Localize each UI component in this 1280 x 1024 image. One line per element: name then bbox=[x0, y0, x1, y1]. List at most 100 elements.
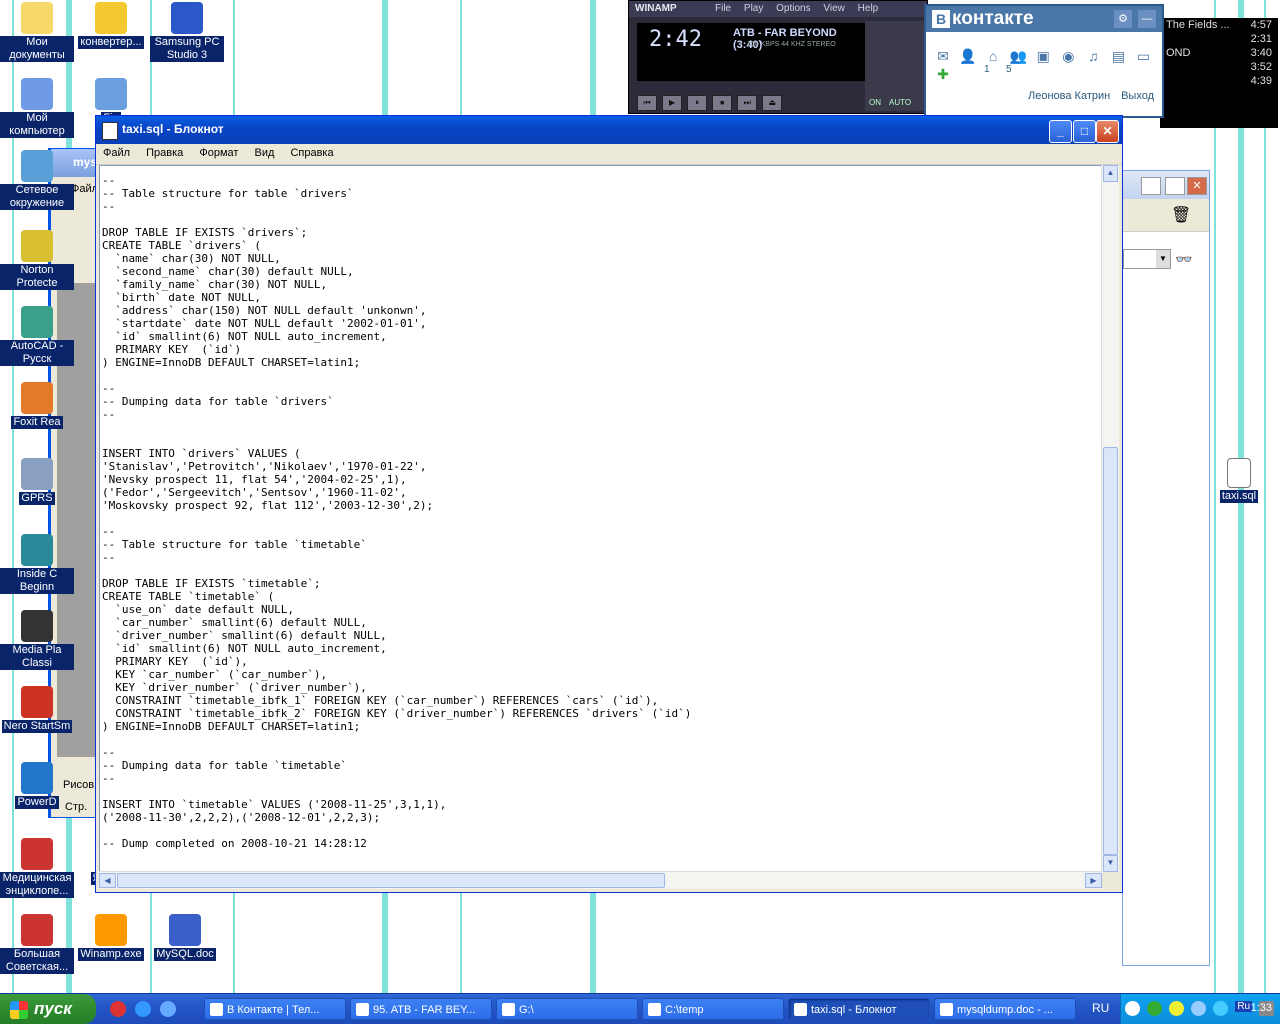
notepad-window[interactable]: taxi.sql - Блокнот _ □ ✕ Файл Правка Фор… bbox=[95, 115, 1123, 893]
desktop-icon[interactable]: PowerD bbox=[0, 762, 74, 812]
music-icon[interactable]: ♫ bbox=[1084, 48, 1102, 66]
desktop-icon[interactable]: Inside C Beginn bbox=[0, 534, 74, 597]
opera-icon[interactable] bbox=[110, 1001, 126, 1017]
menu-file[interactable]: Файл bbox=[96, 144, 136, 159]
desktop-icon[interactable]: Медицинская энциклопе... bbox=[0, 838, 74, 901]
resize-grip[interactable] bbox=[1102, 872, 1119, 889]
desktop-icon-taxi-sql[interactable]: taxi.sql bbox=[1202, 458, 1276, 506]
taskbar-button[interactable]: 95. ATB - FAR BEY... bbox=[350, 998, 492, 1020]
playlist-row[interactable]: 4:39 bbox=[1160, 74, 1278, 88]
taskbar-button[interactable]: G:\ bbox=[496, 998, 638, 1020]
desktop-icon[interactable]: Большая Советская... bbox=[0, 914, 74, 977]
scroll-left-icon[interactable]: ◀ bbox=[99, 873, 116, 888]
taskbar-button[interactable]: mysqldump.doc - ... bbox=[934, 998, 1076, 1020]
desktop-icon[interactable]: конвертер... bbox=[74, 2, 148, 52]
minimize-button[interactable] bbox=[1141, 177, 1161, 195]
gear-icon[interactable]: ⚙ bbox=[1114, 10, 1132, 28]
winamp-menu-play[interactable]: Play bbox=[744, 3, 763, 14]
scroll-up-icon[interactable]: ▲ bbox=[1103, 165, 1118, 182]
horizontal-scroll-thumb[interactable] bbox=[117, 873, 665, 888]
tray-arrow-icon[interactable] bbox=[1125, 1001, 1140, 1016]
mail-icon[interactable]: ✉ bbox=[934, 48, 952, 66]
playlist-row[interactable]: 2:31 bbox=[1160, 32, 1278, 46]
playlist-row[interactable]: The Fields ... 4:57 bbox=[1160, 18, 1278, 32]
photo-icon[interactable]: ▣ bbox=[1034, 48, 1052, 66]
tray-antivirus-icon[interactable] bbox=[1169, 1001, 1185, 1016]
show-desktop-icon[interactable] bbox=[160, 1001, 177, 1017]
desktop-icon[interactable]: GPRS bbox=[0, 458, 74, 508]
tray-network-icon[interactable] bbox=[1147, 1001, 1163, 1016]
editor-content[interactable]: -- -- Table structure for table `drivers… bbox=[100, 166, 1101, 850]
tray-bluetooth-icon[interactable] bbox=[1191, 1001, 1207, 1016]
taskbar-button[interactable]: C:\temp bbox=[642, 998, 784, 1020]
tray-update-icon[interactable] bbox=[1213, 1001, 1229, 1016]
notes-icon[interactable]: ▤ bbox=[1109, 48, 1127, 66]
eq-auto-button[interactable]: AUTO bbox=[889, 98, 911, 107]
text-editor[interactable]: -- -- Table structure for table `drivers… bbox=[99, 165, 1102, 872]
vertical-scrollbar[interactable]: ▲ ▼ bbox=[1101, 165, 1119, 872]
taskbar-button[interactable]: В Контакте | Тел... bbox=[204, 998, 346, 1020]
menu-view[interactable]: Вид bbox=[247, 144, 280, 159]
playlist-row[interactable]: OND 3:40 bbox=[1160, 46, 1278, 60]
next-button[interactable]: ⏭ bbox=[737, 95, 758, 111]
trash-icon[interactable]: 🗑 bbox=[1171, 205, 1191, 225]
clock[interactable]: 1:33 bbox=[1251, 1002, 1272, 1014]
desktop-icon[interactable]: Мой компьютер bbox=[0, 78, 74, 141]
minimize-icon[interactable]: — bbox=[1138, 10, 1156, 28]
chevron-down-icon[interactable]: ▼ bbox=[1156, 250, 1170, 268]
desktop-icon[interactable]: Мои документы bbox=[0, 2, 74, 65]
desktop-icon[interactable]: Media Pla Classi bbox=[0, 610, 74, 673]
winamp-menu-view[interactable]: View bbox=[823, 3, 845, 14]
word-right-titlebar[interactable]: ✕ bbox=[1123, 171, 1209, 199]
pause-button[interactable]: ⏸ bbox=[687, 95, 708, 111]
winamp-player[interactable]: WINAMP File Play Options View Help 2:42 … bbox=[628, 0, 928, 114]
desktop-icon[interactable]: MySQL.doc bbox=[148, 914, 222, 964]
read-mode-icon[interactable]: 👓 bbox=[1175, 251, 1192, 268]
menu-edit[interactable]: Правка bbox=[139, 144, 189, 159]
desktop-icon[interactable]: Samsung PC Studio 3 bbox=[150, 2, 224, 65]
horizontal-scrollbar[interactable]: ◀ ▶ bbox=[99, 871, 1102, 889]
close-icon[interactable]: ✕ bbox=[1187, 177, 1207, 195]
taskbar-button[interactable]: taxi.sql - Блокнот bbox=[788, 998, 930, 1020]
winamp-titlebar[interactable]: WINAMP File Play Options View Help bbox=[629, 1, 927, 17]
vkontakte-widget[interactable]: B контакте ⚙ — ✉ 👤 ⌂ 👥 ▣ ◉ ♫ ▤ ▭ ✚ 1 5 Л… bbox=[924, 4, 1164, 118]
previous-button[interactable]: ⏮ bbox=[637, 95, 657, 111]
maximize-button[interactable]: □ bbox=[1073, 120, 1096, 143]
profile-icon[interactable]: 👤 bbox=[959, 48, 977, 66]
stop-button[interactable]: ⏹ bbox=[712, 95, 733, 111]
add-icon[interactable]: ✚ bbox=[934, 66, 952, 84]
scroll-down-icon[interactable]: ▼ bbox=[1103, 855, 1118, 872]
word-menu-file[interactable]: Файл bbox=[71, 183, 98, 195]
playlist-row[interactable]: 3:52 bbox=[1160, 60, 1278, 74]
tray-lang-icon[interactable]: Ru bbox=[1235, 1001, 1253, 1012]
desktop-icon[interactable]: Winamp.exe bbox=[74, 914, 148, 964]
language-indicator[interactable]: RU bbox=[1092, 1001, 1109, 1015]
vertical-scroll-thumb[interactable] bbox=[1103, 447, 1118, 855]
eq-on-button[interactable]: ON bbox=[869, 98, 881, 107]
winamp-playlist[interactable]: The Fields ... 4:57 2:31 OND 3:40 3:52 4:3… bbox=[1160, 18, 1278, 128]
winamp-menu-help[interactable]: Help bbox=[858, 3, 879, 14]
video-icon[interactable]: ◉ bbox=[1059, 48, 1077, 66]
desktop-icon[interactable]: Nero StartSm bbox=[0, 686, 74, 736]
desktop-icon[interactable]: Сетевое окружение bbox=[0, 150, 74, 213]
groups-icon[interactable]: ▭ bbox=[1135, 48, 1153, 66]
menu-format[interactable]: Формат bbox=[192, 144, 244, 159]
close-button[interactable]: ✕ bbox=[1096, 120, 1119, 143]
menu-help[interactable]: Справка bbox=[283, 144, 339, 159]
maximize-button[interactable] bbox=[1165, 177, 1185, 195]
minimize-button[interactable]: _ bbox=[1049, 120, 1072, 143]
scroll-right-icon[interactable]: ▶ bbox=[1085, 873, 1102, 888]
start-button[interactable]: пуск bbox=[0, 994, 96, 1024]
vk-logout-link[interactable]: Выход bbox=[1121, 90, 1154, 102]
play-button[interactable]: ▶ bbox=[662, 95, 683, 111]
winamp-menu-file[interactable]: File bbox=[715, 3, 731, 14]
winamp-menu-options[interactable]: Options bbox=[776, 3, 810, 14]
eject-button[interactable]: ⏏ bbox=[762, 95, 783, 111]
ie-icon[interactable] bbox=[135, 1001, 152, 1017]
winamp-equalizer[interactable]: ON AUTO bbox=[865, 21, 925, 111]
desktop-icon[interactable]: AutoCAD - Русск bbox=[0, 306, 74, 369]
background-word-window-right[interactable]: ✕ 🗑 ▼ 👓 bbox=[1122, 170, 1210, 966]
desktop-icon[interactable]: Norton Protecte bbox=[0, 230, 74, 293]
notepad-titlebar[interactable]: taxi.sql - Блокнот _ □ ✕ bbox=[96, 116, 1122, 145]
vk-user-name[interactable]: Леонова Катрин bbox=[1028, 90, 1110, 102]
